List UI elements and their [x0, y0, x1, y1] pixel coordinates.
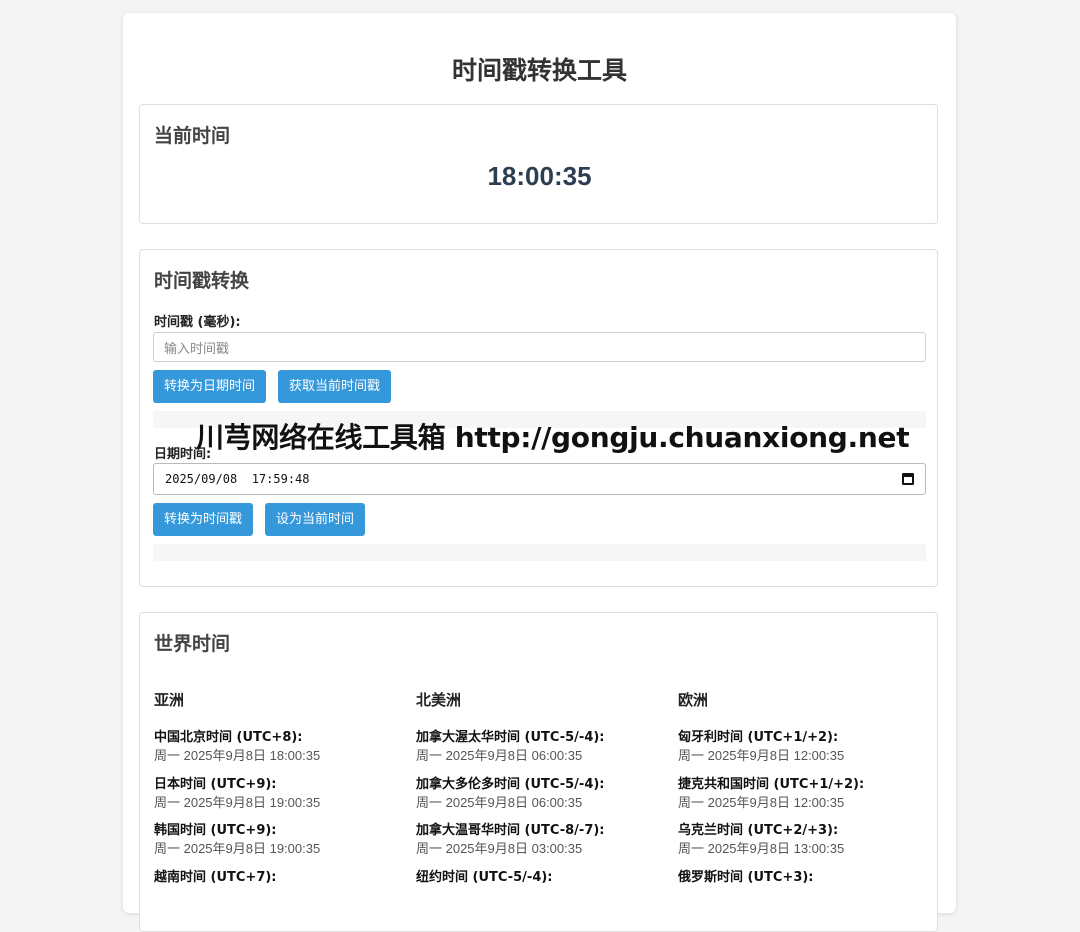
region-title: 欧洲: [678, 691, 709, 709]
timezone-item: 纽约时间 (UTC-5/-4):: [416, 866, 666, 913]
page-title: 时间戳转换工具: [451, 56, 627, 85]
region-north-america: 北美洲 加拿大渥太华时间 (UTC-5/-4): 周一 2025年9月8日 06…: [416, 689, 666, 912]
timezone-item: 韩国时间 (UTC+9): 周一 2025年9月8日 19:00:35: [154, 819, 404, 866]
timezone-item: 乌克兰时间 (UTC+2/+3): 周一 2025年9月8日 13:00:35: [678, 819, 928, 866]
timezone-name: 加拿大多伦多时间 (UTC-5/-4):: [416, 776, 605, 792]
timezone-name: 俄罗斯时间 (UTC+3):: [678, 869, 814, 885]
timezone-time: 周一 2025年9月8日 12:00:35: [678, 794, 845, 810]
timezone-name: 乌克兰时间 (UTC+2/+3):: [678, 823, 839, 838]
world-time-section: 世界时间 亚洲 中国北京时间 (UTC+8): 周一 2025年9月8日 18:…: [139, 612, 938, 932]
region-title: 亚洲: [154, 691, 185, 709]
current-clock: 18:00:35: [487, 161, 592, 191]
datetime-input[interactable]: 2025/09/08 17:59:48: [153, 463, 926, 495]
set-current-time-button[interactable]: 设为当前时间: [265, 503, 366, 536]
timezone-name: 加拿大温哥华时间 (UTC-8/-7):: [416, 823, 605, 838]
region-title: 北美洲: [416, 691, 462, 709]
timezone-time: 周一 2025年9月8日 19:00:35: [154, 794, 321, 810]
main-card: 时间戳转换工具 当前时间 18:00:35 时间戳转换 时间戳 (毫秒): 输入…: [123, 13, 956, 932]
timezone-time: 周一 2025年9月8日 13:00:35: [678, 841, 845, 856]
watermark-text: 川芎网络在线工具箱 http://gongju.chuanxiong.net: [196, 421, 910, 454]
timestamp-convert-title: 时间戳转换: [154, 270, 250, 292]
timezone-time: 周一 2025年9月8日 12:00:35: [678, 748, 845, 763]
timezone-time: 周一 2025年9月8日 18:00:35: [154, 748, 321, 763]
timezone-name: 捷克共和国时间 (UTC+1/+2):: [678, 776, 865, 792]
calendar-icon[interactable]: [902, 473, 914, 485]
timezone-item: 加拿大多伦多时间 (UTC-5/-4): 周一 2025年9月8日 06:00:…: [416, 773, 666, 820]
current-time-title: 当前时间: [154, 125, 231, 147]
timezone-name: 韩国时间 (UTC+9):: [154, 823, 277, 838]
timezone-time: 周一 2025年9月8日 06:00:35: [416, 748, 583, 763]
timestamp-input[interactable]: 输入时间戳: [153, 332, 926, 362]
timezone-item: 俄罗斯时间 (UTC+3):: [678, 866, 928, 913]
timestamp-label: 时间戳 (毫秒):: [154, 315, 241, 330]
region-europe: 欧洲 匈牙利时间 (UTC+1/+2): 周一 2025年9月8日 12:00:…: [678, 689, 928, 912]
timezone-name: 加拿大渥太华时间 (UTC-5/-4):: [416, 730, 605, 745]
timezone-item: 越南时间 (UTC+7):: [154, 866, 404, 913]
timezone-item: 捷克共和国时间 (UTC+1/+2): 周一 2025年9月8日 12:00:3…: [678, 773, 928, 820]
timestamp-input-placeholder: 输入时间戳: [164, 341, 230, 357]
timezone-name: 匈牙利时间 (UTC+1/+2):: [678, 730, 839, 745]
timezone-name: 中国北京时间 (UTC+8):: [154, 730, 303, 745]
timezone-time: 周一 2025年9月8日 03:00:35: [416, 841, 583, 856]
timestamp-result-box: [153, 544, 926, 561]
timezone-item: 加拿大温哥华时间 (UTC-8/-7): 周一 2025年9月8日 03:00:…: [416, 819, 666, 866]
convert-to-date-button[interactable]: 转换为日期时间: [153, 370, 267, 403]
world-time-title: 世界时间: [154, 633, 231, 655]
current-time-section: 当前时间 18:00:35: [139, 104, 938, 224]
region-asia: 亚洲 中国北京时间 (UTC+8): 周一 2025年9月8日 18:00:35…: [154, 689, 404, 912]
timezone-name: 日本时间 (UTC+9):: [154, 776, 277, 792]
timezone-name: 纽约时间 (UTC-5/-4):: [416, 869, 553, 885]
timezone-item: 日本时间 (UTC+9): 周一 2025年9月8日 19:00:35: [154, 773, 404, 820]
timezone-name: 越南时间 (UTC+7):: [154, 869, 277, 885]
timezone-item: 加拿大渥太华时间 (UTC-5/-4): 周一 2025年9月8日 06:00:…: [416, 726, 666, 773]
datetime-input-value: 2025/09/08 17:59:48: [165, 472, 310, 486]
get-current-timestamp-button[interactable]: 获取当前时间戳: [278, 370, 392, 403]
timezone-time: 周一 2025年9月8日 19:00:35: [154, 841, 321, 856]
timezone-item: 匈牙利时间 (UTC+1/+2): 周一 2025年9月8日 12:00:35: [678, 726, 928, 773]
timezone-time: 周一 2025年9月8日 06:00:35: [416, 794, 583, 810]
convert-to-timestamp-button[interactable]: 转换为时间戳: [153, 503, 254, 536]
timezone-item: 中国北京时间 (UTC+8): 周一 2025年9月8日 18:00:35: [154, 726, 404, 773]
